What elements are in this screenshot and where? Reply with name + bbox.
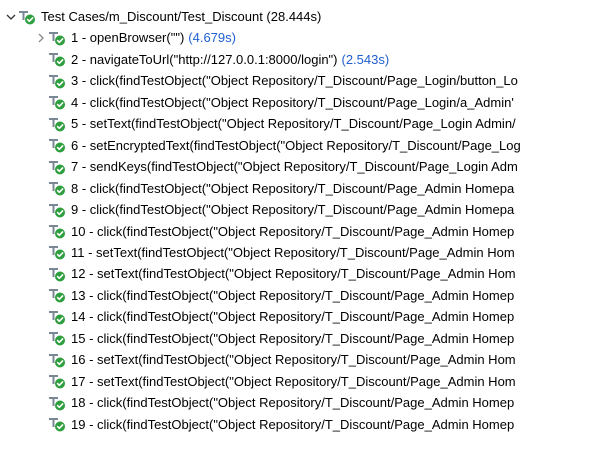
passed-status-icon xyxy=(48,244,66,260)
test-step-row[interactable]: 8 - click(findTestObject("Object Reposit… xyxy=(0,178,601,199)
test-step-row[interactable]: 18 - click(findTestObject("Object Reposi… xyxy=(0,392,601,413)
step-duration: (2.543s) xyxy=(341,51,390,67)
test-step-row[interactable]: 3 - click(findTestObject("Object Reposit… xyxy=(0,70,601,91)
passed-status-icon xyxy=(48,137,66,153)
test-step-label: 6 - setEncryptedText(findTestObject("Obj… xyxy=(71,137,521,153)
passed-status-icon xyxy=(48,416,66,432)
passed-status-icon xyxy=(48,287,66,303)
passed-status-icon xyxy=(18,9,36,25)
test-step-row[interactable]: 16 - setText(findTestObject("Object Repo… xyxy=(0,349,601,370)
passed-status-icon xyxy=(48,309,66,325)
test-case-node[interactable]: Test Cases/m_Discount/Test_Discount (28.… xyxy=(0,6,601,27)
test-step-row[interactable]: 6 - setEncryptedText(findTestObject("Obj… xyxy=(0,135,601,156)
passed-status-icon xyxy=(48,94,66,110)
test-step-label: 1 - openBrowser("") xyxy=(71,30,185,46)
passed-status-icon xyxy=(48,73,66,89)
test-step-row[interactable]: 11 - setText(findTestObject("Object Repo… xyxy=(0,242,601,263)
test-step-row[interactable]: 17 - setText(findTestObject("Object Repo… xyxy=(0,371,601,392)
test-step-label: 19 - click(findTestObject("Object Reposi… xyxy=(71,416,515,432)
test-step-label: 12 - setText(findTestObject("Object Repo… xyxy=(71,266,516,282)
passed-status-icon xyxy=(48,30,66,46)
test-step-row[interactable]: 14 - click(findTestObject("Object Reposi… xyxy=(0,306,601,327)
test-step-label: 7 - sendKeys(findTestObject("Object Repo… xyxy=(71,159,518,175)
test-step-label: 16 - setText(findTestObject("Object Repo… xyxy=(71,352,516,368)
test-step-row[interactable]: 13 - click(findTestObject("Object Reposi… xyxy=(0,285,601,306)
passed-status-icon xyxy=(48,116,66,132)
test-step-row[interactable]: 10 - click(findTestObject("Object Reposi… xyxy=(0,221,601,242)
test-step-label: 15 - click(findTestObject("Object Reposi… xyxy=(71,330,515,346)
test-case-label: Test Cases/m_Discount/Test_Discount (28.… xyxy=(41,9,322,24)
test-step-label: 5 - setText(findTestObject("Object Repos… xyxy=(71,116,516,132)
test-step-row[interactable]: 1 - openBrowser("") (4.679s) xyxy=(0,27,601,48)
passed-status-icon xyxy=(48,223,66,239)
test-step-row[interactable]: 2 - navigateToUrl("http://127.0.0.1:8000… xyxy=(0,49,601,70)
test-step-label: 17 - setText(findTestObject("Object Repo… xyxy=(71,373,516,389)
passed-status-icon xyxy=(48,373,66,389)
test-step-row[interactable]: 9 - click(findTestObject("Object Reposit… xyxy=(0,199,601,220)
passed-status-icon xyxy=(48,202,66,218)
test-step-row[interactable]: 12 - setText(findTestObject("Object Repo… xyxy=(0,263,601,284)
test-step-row[interactable]: 5 - setText(findTestObject("Object Repos… xyxy=(0,113,601,134)
test-step-label: 4 - click(findTestObject("Object Reposit… xyxy=(71,94,514,110)
chevron-right-icon[interactable] xyxy=(34,31,48,45)
test-step-row[interactable]: 4 - click(findTestObject("Object Reposit… xyxy=(0,92,601,113)
test-step-label: 18 - click(findTestObject("Object Reposi… xyxy=(71,395,515,411)
test-step-label: 13 - click(findTestObject("Object Reposi… xyxy=(71,287,515,303)
test-step-row[interactable]: 7 - sendKeys(findTestObject("Object Repo… xyxy=(0,156,601,177)
test-step-label: 2 - navigateToUrl("http://127.0.0.1:8000… xyxy=(71,51,338,67)
step-duration: (4.679s) xyxy=(188,30,236,46)
chevron-down-icon[interactable] xyxy=(4,10,18,24)
passed-status-icon xyxy=(48,330,66,346)
passed-status-icon xyxy=(48,180,66,196)
test-step-row[interactable]: 19 - click(findTestObject("Object Reposi… xyxy=(0,414,601,435)
test-step-label: 3 - click(findTestObject("Object Reposit… xyxy=(71,73,518,89)
passed-status-icon xyxy=(48,51,66,67)
test-step-label: 11 - setText(findTestObject("Object Repo… xyxy=(71,244,515,260)
passed-status-icon xyxy=(48,352,66,368)
test-step-label: 8 - click(findTestObject("Object Reposit… xyxy=(71,180,515,196)
test-step-row[interactable]: 15 - click(findTestObject("Object Reposi… xyxy=(0,328,601,349)
passed-status-icon xyxy=(48,395,66,411)
test-step-label: 14 - click(findTestObject("Object Reposi… xyxy=(71,309,515,325)
test-log-tree: Test Cases/m_Discount/Test_Discount (28.… xyxy=(0,0,601,465)
test-step-label: 9 - click(findTestObject("Object Reposit… xyxy=(71,202,515,218)
passed-status-icon xyxy=(48,266,66,282)
test-step-label: 10 - click(findTestObject("Object Reposi… xyxy=(71,223,515,239)
passed-status-icon xyxy=(48,159,66,175)
